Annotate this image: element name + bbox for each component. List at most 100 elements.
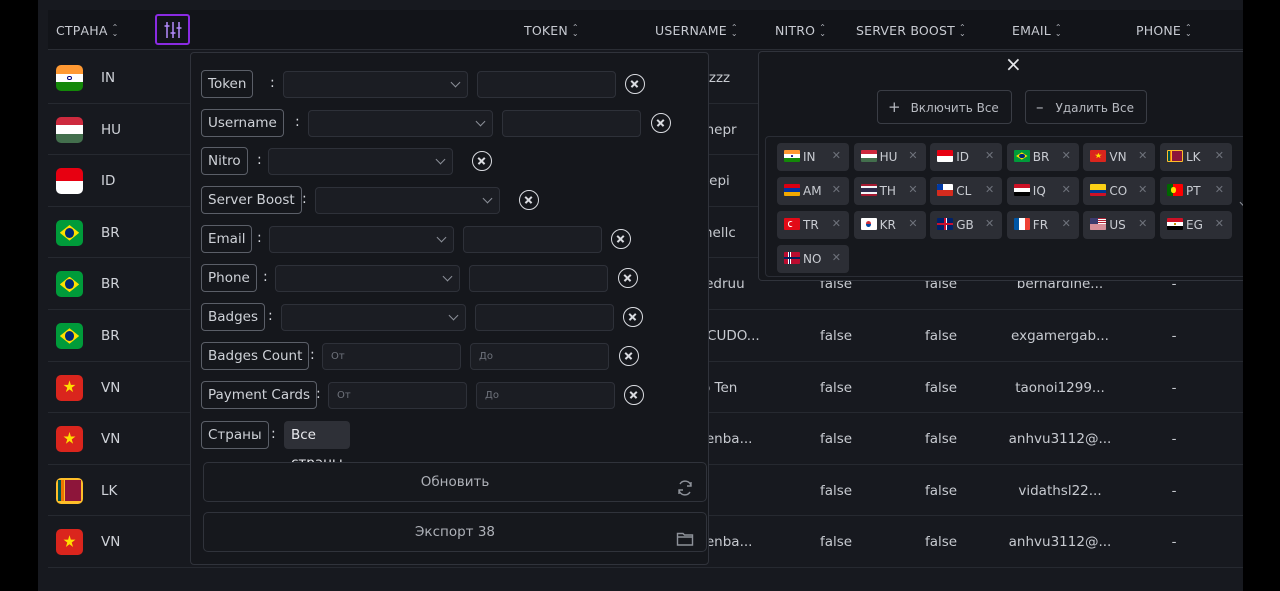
badges-count-to-input[interactable]: До [470, 343, 609, 370]
remove-chip-icon[interactable]: ✕ [1215, 183, 1224, 196]
badges-select[interactable] [281, 304, 466, 331]
country-chip-th[interactable]: TH ✕ [853, 177, 926, 205]
phone-input[interactable] [469, 265, 608, 292]
remove-chip-icon[interactable]: ✕ [1062, 183, 1071, 196]
country-chip-kr[interactable]: KR ✕ [853, 211, 926, 239]
clear-icon[interactable] [625, 74, 645, 94]
badges-count-from-input[interactable]: От [322, 343, 461, 370]
remove-chip-icon[interactable]: ✕ [1062, 149, 1071, 162]
sort-icon: ⌃ ⌄ [111, 23, 119, 38]
clear-icon[interactable] [472, 151, 492, 171]
remove-chip-icon[interactable]: ✕ [985, 183, 994, 196]
remove-chip-icon[interactable]: ✕ [1215, 217, 1224, 230]
column-header-server-boost[interactable]: SERVER BOOST ⌃ ⌄ [856, 23, 968, 38]
column-header-email[interactable]: EMAIL ⌃ ⌄ [1012, 23, 1064, 38]
chip-label: PT [1186, 184, 1201, 198]
badges-input[interactable] [475, 304, 614, 331]
country-chip-id[interactable]: ID ✕ [930, 143, 1003, 171]
cell-email: taonoi1299... [1015, 379, 1105, 396]
country-chip-lk[interactable]: LK ✕ [1160, 143, 1232, 171]
remove-chip-icon[interactable]: ✕ [832, 217, 841, 230]
country-chip-fr[interactable]: FR ✕ [1006, 211, 1079, 239]
payment-cards-from-input[interactable]: От [328, 382, 467, 409]
close-icon[interactable]: × [1005, 52, 1022, 76]
chip-label: ID [956, 150, 969, 164]
remove-chip-icon[interactable]: ✕ [832, 149, 841, 162]
country-chip-in[interactable]: IN ✕ [777, 143, 849, 171]
filter-label-payment-cards: Payment Cards [201, 381, 318, 409]
country-chip-br[interactable]: BR ✕ [1006, 143, 1079, 171]
server-boost-select[interactable] [315, 187, 500, 214]
clear-icon[interactable] [519, 190, 539, 210]
filter-toggle-button[interactable] [155, 14, 190, 45]
column-header-token[interactable]: TOKEN ⌃ ⌄ [524, 23, 581, 38]
remove-chip-icon[interactable]: ✕ [1138, 149, 1147, 162]
remove-chip-icon[interactable]: ✕ [1062, 217, 1071, 230]
filter-panel: Token : Username : Nitro : Server Boost … [190, 52, 709, 565]
export-button[interactable]: Экспорт 38 [203, 512, 707, 552]
remove-chip-icon[interactable]: ✕ [908, 149, 917, 162]
country-chip-eg[interactable]: EG ✕ [1160, 211, 1232, 239]
country-chip-no[interactable]: NO ✕ [777, 245, 849, 273]
token-select[interactable] [283, 71, 468, 98]
remove-chip-icon[interactable]: ✕ [1138, 217, 1147, 230]
chip-label: US [1109, 218, 1126, 232]
clear-icon[interactable] [619, 346, 639, 366]
country-chip-am[interactable]: AM ✕ [777, 177, 849, 205]
clear-icon[interactable] [623, 307, 643, 327]
remove-chip-icon[interactable]: ✕ [1138, 183, 1147, 196]
payment-cards-to-input[interactable]: До [476, 382, 615, 409]
flag-icon-iq [1013, 184, 1030, 196]
remove-chip-icon[interactable]: ✕ [908, 217, 917, 230]
chevron-down-icon[interactable] [1239, 197, 1243, 208]
remove-chip-icon[interactable]: ✕ [832, 251, 841, 264]
column-header-phone[interactable]: PHONE ⌃ ⌄ [1136, 23, 1194, 38]
country-chip-gb[interactable]: GB ✕ [930, 211, 1003, 239]
enable-all-button[interactable]: + Включить Все [877, 90, 1012, 124]
selected-countries[interactable]: IN ✕ HU ✕ ID ✕ BR ✕ VN ✕ LK ✕ AM ✕ TH ✕ CL ✕ IQ ✕ CO ✕ PT ✕ TR ✕ K… [765, 136, 1243, 277]
all-countries-button[interactable]: Все страны [284, 421, 350, 471]
country-chip-us[interactable]: US ✕ [1083, 211, 1156, 239]
remove-chip-icon[interactable]: ✕ [908, 183, 917, 196]
remove-chip-icon[interactable]: ✕ [985, 217, 994, 230]
flag-icon-in [56, 65, 83, 91]
remove-chip-icon[interactable]: ✕ [985, 149, 994, 162]
country-chip-tr[interactable]: TR ✕ [777, 211, 849, 239]
remove-all-button[interactable]: – Удалить Все [1025, 90, 1148, 124]
remove-chip-icon[interactable]: ✕ [832, 183, 841, 196]
column-header-nitro[interactable]: NITRO ⌃ ⌄ [775, 23, 828, 38]
flag-icon-fr [1013, 218, 1030, 230]
country-chip-cl[interactable]: CL ✕ [930, 177, 1003, 205]
email-input[interactable] [463, 226, 602, 253]
country-chip-pt[interactable]: PT ✕ [1160, 177, 1232, 205]
column-header-username[interactable]: USERNAME ⌃ ⌄ [655, 23, 740, 38]
filter-label-username: Username [201, 109, 284, 137]
phone-select[interactable] [275, 265, 460, 292]
nitro-select[interactable] [268, 148, 453, 175]
cell-email: vidathsl22... [1018, 482, 1102, 499]
username-input[interactable] [502, 110, 641, 137]
filter-label-badges: Badges [201, 303, 266, 331]
remove-chip-icon[interactable]: ✕ [1215, 149, 1224, 162]
cell-phone: - [1171, 482, 1177, 499]
clear-icon[interactable] [624, 385, 644, 405]
flag-icon-vn [56, 529, 83, 556]
token-input[interactable] [477, 71, 616, 98]
username-select[interactable] [308, 110, 493, 137]
country-chip-iq[interactable]: IQ ✕ [1006, 177, 1079, 205]
clear-icon[interactable] [651, 113, 671, 133]
cell-phone: - [1171, 431, 1177, 448]
country-chip-hu[interactable]: HU ✕ [853, 143, 926, 171]
flag-icon-id [937, 150, 954, 162]
clear-icon[interactable] [611, 229, 631, 249]
country-chip-vn[interactable]: VN ✕ [1083, 143, 1156, 171]
cell-boost: false [924, 534, 958, 551]
flag-icon-tr [784, 218, 800, 230]
cell-phone: - [1171, 534, 1177, 551]
email-select[interactable] [269, 226, 454, 253]
country-chip-co[interactable]: CO ✕ [1083, 177, 1156, 205]
column-header-country[interactable]: СТРАНА ⌃ ⌄ [56, 23, 121, 38]
refresh-button[interactable]: Обновить [203, 462, 707, 502]
clear-icon[interactable] [618, 268, 638, 288]
chip-label: GB [956, 218, 974, 232]
